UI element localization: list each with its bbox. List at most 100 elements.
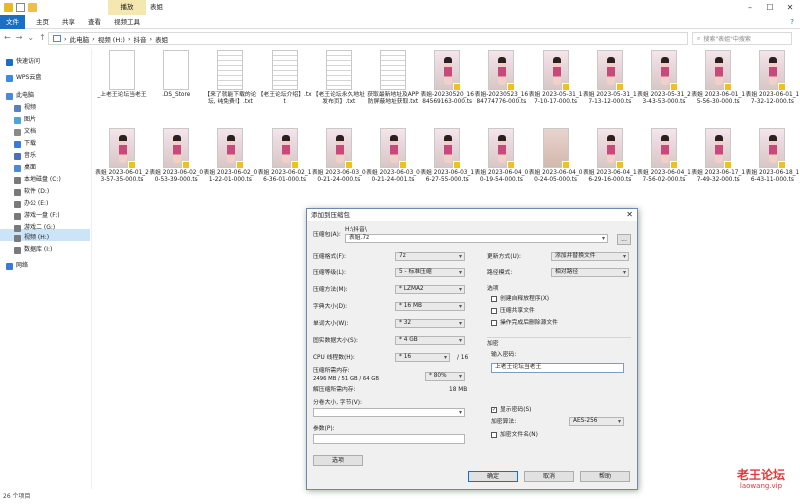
file-item[interactable]: 表姐 2023-06-03_00-21-24-000.ts [312,128,366,204]
breadcrumb-item[interactable]: 此电脑 [70,34,90,44]
sfx-checkbox[interactable]: 创建自释放程序(X) [491,295,549,303]
split-volume-combo[interactable] [313,408,465,417]
file-item[interactable]: 【老王论坛介绍】.txt [258,50,312,126]
file-item[interactable]: _上老王论坛当老王 [95,50,149,126]
sidebar-item[interactable]: 视频 [14,103,36,113]
forward-icon[interactable]: → [16,33,23,42]
new-folder-icon[interactable] [28,3,37,12]
sidebar-item[interactable]: 此电脑 [6,91,34,101]
text-file-icon [271,50,298,90]
player-badge-icon [615,161,624,169]
close-icon[interactable]: ✕ [780,0,800,15]
tab-home[interactable]: 主页 [30,15,55,29]
cancel-button[interactable]: 取消 [524,471,574,482]
path-mode-select[interactable]: 相对路径 [551,268,629,277]
file-item[interactable]: 表姐 2023-06-04_17-56-02-000.ts [637,128,691,204]
file-item[interactable]: 【来了就能下载的论坛, 纯免费!】.txt [203,50,257,126]
file-name: 表姐 2023-06-18_16-43-11-000.ts [745,170,800,183]
sidebar-item[interactable]: 游戏二 (G:) [14,223,55,233]
help-button[interactable]: 帮助 [580,471,630,482]
breadcrumb-item[interactable]: 抖音 [134,34,147,44]
tab-video-tools[interactable]: 视频工具 [108,15,146,29]
back-icon[interactable]: ← [4,33,11,42]
show-password-checkbox[interactable]: ✓ 显示密码(S) [491,406,531,414]
sidebar-item[interactable]: 音乐 [14,151,36,161]
file-item[interactable]: 表姐 2023-06-01_23-57-35-000.ts [95,128,149,204]
up-icon[interactable]: ↑ [39,33,46,42]
options-button[interactable]: 选项 [313,455,363,466]
maximize-icon[interactable]: ☐ [760,0,780,15]
method-select[interactable]: * LZMA2 [395,285,465,294]
file-item[interactable]: 获取最新地址及APP防屏蔽地址获取.txt [366,50,420,126]
dialog-close-icon[interactable]: ✕ [626,209,633,221]
file-item[interactable]: 表姐 2023-05-31_17-10-17-000.ts [529,50,583,126]
sidebar-item[interactable]: 办公 (E:) [14,199,48,209]
encryption-method-select[interactable]: AES-256 [569,417,624,426]
breadcrumb-item[interactable]: 视频 (H:) [98,34,125,44]
file-item[interactable]: 表姐 2023-06-02_01-22-01-000.ts [203,128,257,204]
dictionary-select[interactable]: * 16 MB [395,302,465,311]
shared-files-checkbox[interactable]: 压缩共享文件 [491,307,535,315]
sidebar-item[interactable]: 桌面 [14,163,36,173]
file-item[interactable]: 表姐-20230523_1684774776-000.ts [474,50,528,126]
file-item[interactable]: 表姐-20230520_1684569163-000.ts [420,50,474,126]
breadcrumb[interactable]: › 此电脑 › 视频 (H:) › 抖音 › 表姐 [48,32,688,45]
file-item[interactable]: .DS_Store [149,50,203,126]
memory-usage-select[interactable]: * 80% [425,372,465,381]
solid-size-select[interactable]: * 4 GB [395,336,465,345]
sidebar-item[interactable]: 网络 [6,261,28,271]
ok-button[interactable]: 确定 [468,471,518,482]
sidebar-item[interactable]: 视频 (H:) [14,233,49,243]
threads-select[interactable]: * 16 [395,353,450,362]
text-file-icon [325,50,352,90]
file-item[interactable]: 表姐 2023-06-17_17-49-32-000.ts [691,128,745,204]
minimize-icon[interactable]: – [740,0,760,15]
password-input[interactable]: 上老王论坛当老王 [491,363,624,373]
sidebar-item[interactable]: 本地磁盘 (C:) [14,175,61,185]
delete-after-checkbox[interactable]: 操作完成后删除源文件 [491,319,558,327]
search-input[interactable]: ⌕ 搜索"表姐"中搜索 [692,32,792,45]
file-item[interactable]: 表姐 2023-05-31_17-13-12-000.ts [583,50,637,126]
sidebar-item[interactable]: WPS云盘 [6,73,41,83]
archive-name-combo[interactable]: 表姐.7z [345,234,608,243]
tab-file[interactable]: 文件 [0,15,25,29]
file-item[interactable]: 表姐 2023-06-03_00-21-24-001.ts [366,128,420,204]
split-volume-label: 分卷大小, 字节(V): [313,400,362,406]
context-tab-play[interactable]: 播放 [108,0,146,15]
encrypt-filenames-checkbox[interactable]: 加密文件名(N) [491,431,538,439]
help-icon[interactable]: ? [790,18,794,26]
file-item[interactable]: 【老王论坛永久地址发布页】.txt [312,50,366,126]
thumbnail-figure [444,57,453,85]
tab-share[interactable]: 共享 [56,15,81,29]
update-mode-select[interactable]: 添加并替换文件 [551,252,629,261]
file-item[interactable]: 表姐 2023-06-02_00-53-39-000.ts [149,128,203,204]
file-item[interactable]: 表姐 2023-06-01_17-32-12-000.ts [745,50,799,126]
sidebar-item[interactable]: 下载 [14,139,36,149]
tab-view[interactable]: 查看 [82,15,107,29]
breadcrumb-item[interactable]: 表姐 [155,34,168,44]
properties-icon[interactable] [16,3,25,12]
sidebar-item[interactable]: 文档 [14,127,36,137]
file-item[interactable]: 表姐 2023-06-04_16-29-16-000.ts [583,128,637,204]
sidebar-item[interactable]: 软件 (D:) [14,187,49,197]
sidebar-item-label: 桌面 [24,164,37,171]
folder-icon[interactable] [4,3,13,12]
sidebar-item[interactable]: 游戏一盘 (F:) [14,211,60,221]
word-size-select[interactable]: * 32 [395,319,465,328]
file-item[interactable]: 表姐 2023-05-31_23-43-53-000.ts [637,50,691,126]
file-name: 表姐 2023-06-03_00-21-24-001.ts [366,170,420,183]
browse-button[interactable]: ... [617,234,631,245]
level-select[interactable]: 5 - 标准压缩 [395,268,465,277]
sidebar-item[interactable]: 快速访问 [6,57,40,67]
parameters-input[interactable] [313,434,465,444]
sidebar-item[interactable]: 数据库 (I:) [14,245,52,255]
file-item[interactable]: 表姐 2023-06-03_16-27-55-000.ts [420,128,474,204]
file-item[interactable]: 表姐 2023-06-01_15-56-30-000.ts [691,50,745,126]
chevron-down-icon[interactable]: ⌄ [27,33,34,42]
file-item[interactable]: 表姐 2023-06-04_00-19-54-000.ts [474,128,528,204]
format-select[interactable]: 7z [395,252,465,261]
sidebar-item[interactable]: 图片 [14,115,36,125]
file-item[interactable]: 表姐 2023-06-18_16-43-11-000.ts [745,128,799,204]
file-item[interactable]: 表姐 2023-06-04_00-24-05-000.ts [529,128,583,204]
file-item[interactable]: 表姐 2023-06-02_16-36-01-000.ts [258,128,312,204]
